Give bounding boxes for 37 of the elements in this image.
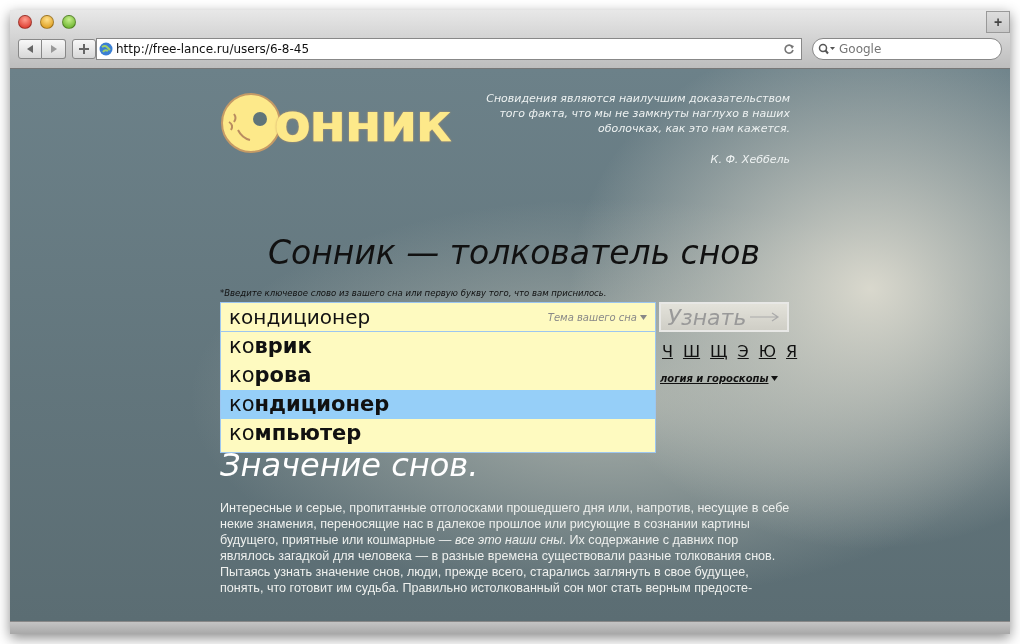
letter-link[interactable]: Щ	[710, 342, 728, 361]
suggestion-item[interactable]: кондиционер	[221, 390, 655, 419]
suggestion-item[interactable]: компьютер	[221, 419, 655, 448]
minimize-icon[interactable]	[40, 15, 54, 29]
reload-icon[interactable]	[783, 43, 795, 55]
quote-author: К. Ф. Хеббель	[709, 152, 790, 167]
address-field[interactable]: http://free-lance.ru/users/6-8-45	[96, 38, 802, 60]
add-bookmark-button[interactable]	[72, 39, 96, 59]
paragraph: Интересные и серые, пропитанные отголосками прошедшего дня или, напротив, несущие в себе некие знамения, переносящие нас в далекое прошлое или рисующие в сознании картины будущего, приятные или кошмарные — все это наши сны. Их содержание с давних пор являлось загадкой для человека — в разные времена существовали разные толкования снов.	[220, 500, 790, 564]
arrow-icon	[750, 312, 781, 322]
back-icon	[25, 44, 35, 54]
category-link[interactable]: логия и гороскопы	[660, 373, 769, 384]
letter-link[interactable]: Э	[737, 342, 749, 361]
letter-link[interactable]: Ч	[662, 342, 673, 361]
web-search-field[interactable]: Google	[812, 38, 1002, 60]
forward-button[interactable]	[42, 39, 66, 59]
quote-text: Сновидения являются наилучшим доказательством того факта, что мы не замкнуты наглухо в наших оболочках, как это нам кажется.	[485, 91, 790, 136]
letter-link[interactable]: Ю	[758, 342, 777, 361]
page-title: Сонник — толкователь снов	[268, 233, 761, 272]
back-button[interactable]	[18, 39, 42, 59]
forward-icon	[48, 44, 59, 54]
close-icon[interactable]	[18, 15, 32, 29]
section-heading: Значение снов.	[220, 446, 480, 484]
suggestion-item[interactable]: корова	[221, 361, 655, 390]
search-field[interactable]: кондиционер Тема вашего сна	[220, 302, 656, 332]
new-tab-button[interactable]: +	[986, 11, 1010, 33]
letter-link[interactable]: Ш	[682, 342, 701, 361]
suggestion-item[interactable]: коврик	[221, 332, 655, 361]
globe-icon	[99, 42, 113, 56]
topic-dropdown[interactable]: Тема вашего сна	[547, 311, 640, 323]
zoom-icon[interactable]	[62, 15, 76, 29]
dropdown-arrow-icon[interactable]	[771, 376, 779, 381]
plus-icon	[79, 44, 89, 54]
paragraph: Пытаясь узнать значение снов, люди, прежде всего, старались заглянуть в свое будущее, понять, что готовит им судьба. Правильно истолкованный сон мог стать верным предосте-	[220, 564, 754, 596]
letter-link[interactable]: Я	[786, 342, 798, 361]
hint-text: *Введите ключевое слово из вашего сна или первую букву того, что вам приснилось.	[220, 288, 608, 298]
search-icon	[818, 43, 836, 55]
